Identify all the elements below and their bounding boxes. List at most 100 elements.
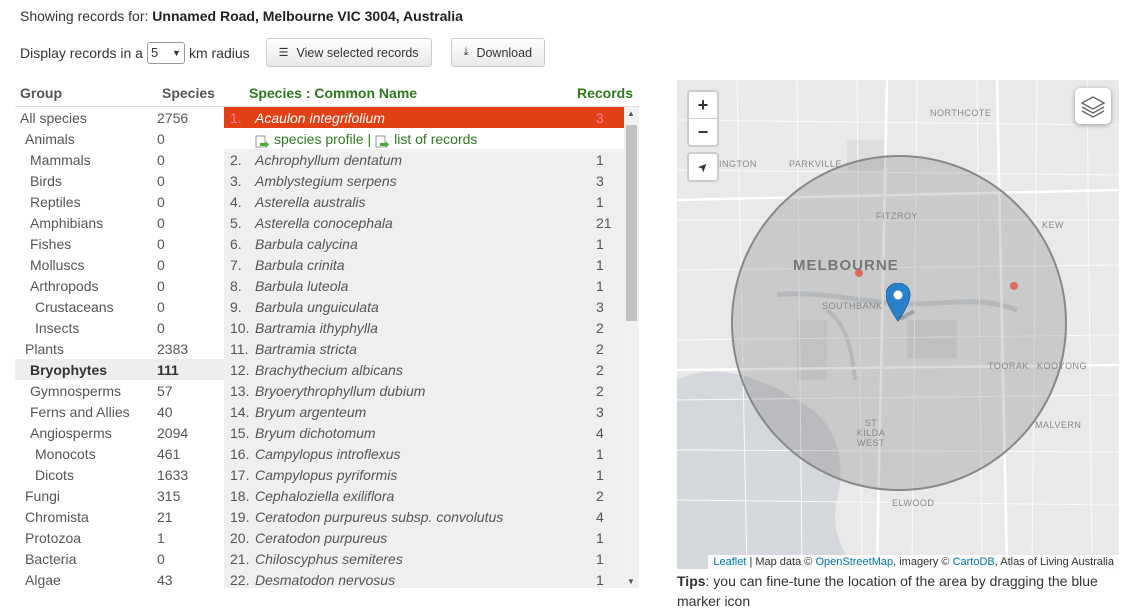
group-row[interactable]: Algae 43 <box>15 569 224 590</box>
species-row[interactable]: 19. Ceratodon purpureus subsp. convolutus… <box>224 506 624 527</box>
layers-button[interactable] <box>1075 88 1111 124</box>
group-row[interactable]: Gymnosperms 57 <box>15 380 224 401</box>
group-row[interactable]: Fishes 0 <box>15 233 224 254</box>
map-view[interactable]: NORTHCOTE PARKVILLE INGTON FITZROY KEW M… <box>677 80 1119 569</box>
species-row[interactable]: 22. Desmatodon nervosus 1 <box>224 569 624 588</box>
controls-bar: Display records in a 5 ▼ km radius ☰ Vie… <box>20 38 546 67</box>
location-marker-icon[interactable] <box>886 283 916 327</box>
species-name: Bartramia ithyphylla <box>255 319 378 336</box>
species-row[interactable]: 9. Barbula unguiculata 3 <box>224 296 624 317</box>
species-number: 4. <box>230 193 242 210</box>
species-number: 5. <box>230 214 242 231</box>
species-records: 3 <box>596 403 604 420</box>
species-row[interactable]: 21. Chiloscyphus semiteres 1 <box>224 548 624 569</box>
group-name: Protozoa <box>25 529 82 546</box>
zoom-out-button[interactable]: − <box>689 119 717 145</box>
group-row[interactable]: Amphibians 0 <box>15 212 224 233</box>
species-row[interactable]: 16. Campylopus introflexus 1 <box>224 443 624 464</box>
list-of-records-link[interactable]: list of records <box>394 131 477 147</box>
radius-select[interactable]: 5 ▼ <box>146 41 185 64</box>
group-row[interactable]: Insects 0 <box>15 317 224 338</box>
species-row[interactable]: 18. Cephaloziella exiliflora 2 <box>224 485 624 506</box>
group-species-count: 111 <box>157 361 179 378</box>
leaflet-link[interactable]: Leaflet <box>713 556 746 568</box>
locate-button[interactable]: ➤ <box>687 152 719 182</box>
group-row[interactable]: Protozoa 1 <box>15 527 224 548</box>
group-row[interactable]: Fungi 315 <box>15 485 224 506</box>
species-name: Ceratodon purpureus <box>255 529 388 546</box>
group-row[interactable]: Crustaceans 0 <box>15 296 224 317</box>
view-selected-records-button[interactable]: ☰ View selected records <box>265 38 432 67</box>
group-row[interactable]: Reptiles 0 <box>15 191 224 212</box>
species-row[interactable]: 8. Barbula luteola 1 <box>224 275 624 296</box>
species-records: 3 <box>596 298 604 315</box>
group-row[interactable]: Ferns and Allies 40 <box>15 401 224 422</box>
group-row[interactable]: Monocots 461 <box>15 443 224 464</box>
group-row[interactable]: Plants 2383 <box>15 338 224 359</box>
group-row[interactable]: Molluscs 0 <box>15 254 224 275</box>
species-row[interactable]: 7. Barbula crinita 1 <box>224 254 624 275</box>
group-row[interactable]: Dicots 1633 <box>15 464 224 485</box>
species-name: Barbula crinita <box>255 256 345 273</box>
group-species-count: 1633 <box>157 466 189 483</box>
species-number: 18. <box>230 487 250 504</box>
scroll-down-icon[interactable]: ▼ <box>627 577 635 586</box>
zoom-in-button[interactable]: + <box>689 92 717 119</box>
species-name: Acaulon integrifolium <box>255 109 385 126</box>
species-scrollbar[interactable]: ▲ ▼ <box>624 107 639 588</box>
species-number: 2. <box>230 151 242 168</box>
group-name: All species <box>20 109 87 126</box>
group-species-count: 2094 <box>157 424 189 441</box>
species-row[interactable]: 14. Bryum argenteum 3 <box>224 401 624 422</box>
species-name: Bryum dichotomum <box>255 424 376 441</box>
species-records: 2 <box>596 382 604 399</box>
group-row[interactable]: Birds 0 <box>15 170 224 191</box>
map-label-st-kilda-west: ST KILDA WEST <box>856 418 886 448</box>
map-label-northcote: NORTHCOTE <box>930 108 992 118</box>
group-row[interactable]: All species 2756 <box>15 107 224 128</box>
species-profile-link[interactable]: species profile <box>274 131 364 147</box>
group-row[interactable]: Arthropods 0 <box>15 275 224 296</box>
species-number: 11. <box>230 340 249 357</box>
tips-text: : you can fine-tune the location of the … <box>677 573 1098 609</box>
group-row[interactable]: Bacteria 0 <box>15 548 224 569</box>
group-row[interactable]: Mammals 0 <box>15 149 224 170</box>
group-row[interactable]: Chromista 21 <box>15 506 224 527</box>
group-species-count: 0 <box>157 550 165 567</box>
openstreetmap-link[interactable]: OpenStreetMap <box>815 556 893 568</box>
species-name: Amblystegium serpens <box>255 172 397 189</box>
species-row[interactable]: 11. Bartramia stricta 2 <box>224 338 624 359</box>
species-number: 7. <box>230 256 242 273</box>
species-number: 19. <box>230 508 250 525</box>
species-row[interactable]: 13. Bryoerythrophyllum dubium 2 <box>224 380 624 401</box>
species-row[interactable]: 17. Campylopus pyriformis 1 <box>224 464 624 485</box>
species-records: 1 <box>596 445 604 462</box>
species-row[interactable]: 1. Acaulon integrifolium 3 <box>224 107 624 128</box>
cartodb-link[interactable]: CartoDB <box>953 556 995 568</box>
scroll-up-icon[interactable]: ▲ <box>627 109 635 118</box>
group-row[interactable]: Animals 0 <box>15 128 224 149</box>
species-row[interactable]: 15. Bryum dichotomum 4 <box>224 422 624 443</box>
species-number: 6. <box>230 235 242 252</box>
species-row[interactable]: 20. Ceratodon purpureus 1 <box>224 527 624 548</box>
species-row[interactable]: 2. Achrophyllum dentatum 1 <box>224 149 624 170</box>
group-row[interactable]: Bryophytes 111 <box>15 359 224 380</box>
species-row[interactable]: 10. Bartramia ithyphylla 2 <box>224 317 624 338</box>
scrollbar-thumb[interactable] <box>626 125 637 321</box>
imagery-text: , imagery © <box>893 556 950 568</box>
species-number: 8. <box>230 277 242 294</box>
species-row[interactable]: 6. Barbula calycina 1 <box>224 233 624 254</box>
species-row[interactable]: 5. Asterella conocephala 21 <box>224 212 624 233</box>
species-row[interactable]: 12. Brachythecium albicans 2 <box>224 359 624 380</box>
species-records: 21 <box>596 214 612 231</box>
species-number: 17. <box>230 466 250 483</box>
download-button[interactable]: ⤓ Download <box>450 38 546 67</box>
species-row[interactable]: 4. Asterella australis 1 <box>224 191 624 212</box>
species-records: 3 <box>596 172 604 189</box>
species-row[interactable]: 3. Amblystegium serpens 3 <box>224 170 624 191</box>
species-number: 9. <box>230 298 242 315</box>
species-number: 21. <box>230 550 250 567</box>
group-row[interactable]: Angiosperms 2094 <box>15 422 224 443</box>
group-species-count: 0 <box>157 319 165 336</box>
species-number: 13. <box>230 382 250 399</box>
